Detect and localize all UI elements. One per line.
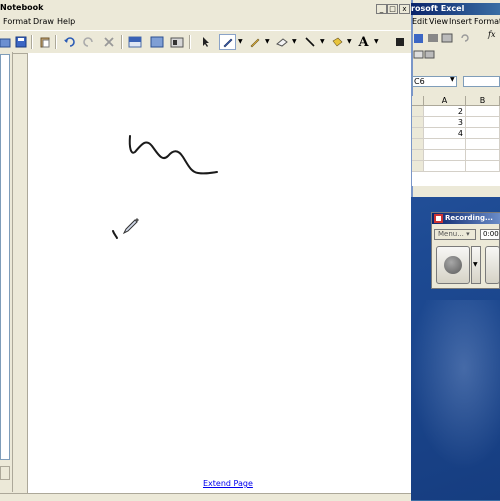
- excel-menu-view[interactable]: View: [429, 17, 448, 26]
- name-box-dropdown-icon[interactable]: ▼: [450, 76, 455, 83]
- excel-row-header[interactable]: [412, 106, 424, 117]
- excel-new-icon: [413, 50, 424, 59]
- delete-icon[interactable]: [100, 34, 117, 50]
- page-sorter[interactable]: [0, 54, 10, 460]
- menu-format[interactable]: Format: [3, 17, 31, 26]
- minimize-button[interactable]: _: [376, 4, 387, 14]
- ink-stroke: [128, 135, 218, 175]
- line-dropdown-icon[interactable]: ▼: [320, 38, 325, 45]
- excel-row-header[interactable]: [412, 117, 424, 128]
- recorder-title: Recording...: [445, 214, 493, 222]
- ink-layer: [112, 135, 218, 239]
- excel-cell-a6[interactable]: [424, 161, 466, 172]
- excel-row-header[interactable]: [412, 150, 424, 161]
- notebook-title: Notebook: [0, 3, 44, 12]
- recorder-menu-label: Menu...: [438, 230, 464, 238]
- excel-cell-a3[interactable]: 4: [424, 128, 466, 139]
- record-options-button[interactable]: ▼: [471, 246, 481, 284]
- excel-row-header[interactable]: [412, 128, 424, 139]
- creative-pen-dropdown-icon[interactable]: ▼: [265, 38, 270, 45]
- pen-dropdown-icon[interactable]: ▼: [238, 38, 243, 45]
- select-arrow-icon[interactable]: [197, 34, 214, 50]
- recorder-timer: 0:00: [480, 229, 500, 240]
- excel-cell-a2[interactable]: 3: [424, 117, 466, 128]
- excel-cell-b3[interactable]: [466, 128, 500, 139]
- excel-menu-edit[interactable]: Edit: [412, 17, 428, 26]
- excel-cell-b1[interactable]: [466, 106, 500, 117]
- undo-icon[interactable]: [60, 34, 77, 50]
- excel-cell-b5[interactable]: [466, 150, 500, 161]
- excel-cell-b6[interactable]: [466, 161, 500, 172]
- whiteboard-page[interactable]: [27, 53, 411, 495]
- excel-corner[interactable]: [412, 96, 424, 106]
- menu-draw[interactable]: Draw: [33, 17, 54, 26]
- excel-save-icon: [414, 34, 423, 43]
- capture-icon[interactable]: [391, 34, 408, 50]
- pen-tool-icon[interactable]: [219, 34, 236, 50]
- excel-col-b[interactable]: B: [466, 96, 500, 106]
- excel-function-label[interactable]: fx: [488, 30, 495, 39]
- recorder-app-icon: [434, 214, 443, 223]
- excel-preview-icon: [441, 33, 453, 43]
- extend-page-link[interactable]: Extend Page: [203, 479, 253, 488]
- fill-dropdown-icon[interactable]: ▼: [347, 38, 352, 45]
- side-panel-button[interactable]: [0, 466, 10, 480]
- screen-shade-icon[interactable]: [126, 34, 143, 50]
- eraser-icon[interactable]: [273, 34, 290, 50]
- excel-cell-a5[interactable]: [424, 150, 466, 161]
- menu-help[interactable]: Help: [57, 17, 75, 26]
- paste-icon[interactable]: [36, 34, 53, 50]
- dual-page-icon[interactable]: [168, 34, 185, 50]
- pen-cursor-icon: [122, 218, 139, 235]
- excel-title: rosoft Excel: [411, 4, 465, 13]
- excel-menu-format[interactable]: Format: [474, 17, 500, 26]
- fill-tool-icon[interactable]: [328, 34, 345, 50]
- record-options-dropdown-icon: ▼: [473, 261, 478, 268]
- excel-formula-bar[interactable]: [463, 76, 500, 87]
- excel-grid[interactable]: A B 2 3 4: [412, 96, 500, 186]
- close-button[interactable]: x: [399, 4, 410, 14]
- full-screen-icon[interactable]: [148, 34, 165, 50]
- notebook-toolbar: ▼ ▼ ▼ ▼ ▼ A ▼: [0, 30, 411, 54]
- excel-open-icon: [424, 50, 435, 59]
- maximize-button[interactable]: □: [387, 4, 398, 14]
- redo-icon[interactable]: [80, 34, 97, 50]
- excel-col-a[interactable]: A: [424, 96, 466, 106]
- text-dropdown-icon[interactable]: ▼: [374, 38, 379, 45]
- line-tool-icon[interactable]: [301, 34, 318, 50]
- excel-row-header[interactable]: [412, 161, 424, 172]
- excel-row-header[interactable]: [412, 139, 424, 150]
- excel-print-icon: [428, 34, 438, 42]
- save-icon[interactable]: [12, 34, 29, 50]
- excel-cell-b4[interactable]: [466, 139, 500, 150]
- recorder-menu-button[interactable]: Menu... ▾: [434, 229, 476, 240]
- text-tool-icon[interactable]: A: [355, 34, 372, 50]
- creative-pen-icon[interactable]: [246, 34, 263, 50]
- excel-undo-icon: [461, 34, 469, 42]
- pause-button[interactable]: [485, 246, 500, 284]
- excel-cell-a1[interactable]: 2: [424, 106, 466, 117]
- excel-cell-b2[interactable]: [466, 117, 500, 128]
- record-icon: [444, 256, 462, 274]
- ink-mark: [112, 230, 118, 239]
- notebook-titlebar[interactable]: [0, 3, 411, 17]
- excel-menu-insert[interactable]: Insert: [449, 17, 472, 26]
- excel-cell-a4[interactable]: [424, 139, 466, 150]
- eraser-dropdown-icon[interactable]: ▼: [292, 38, 297, 45]
